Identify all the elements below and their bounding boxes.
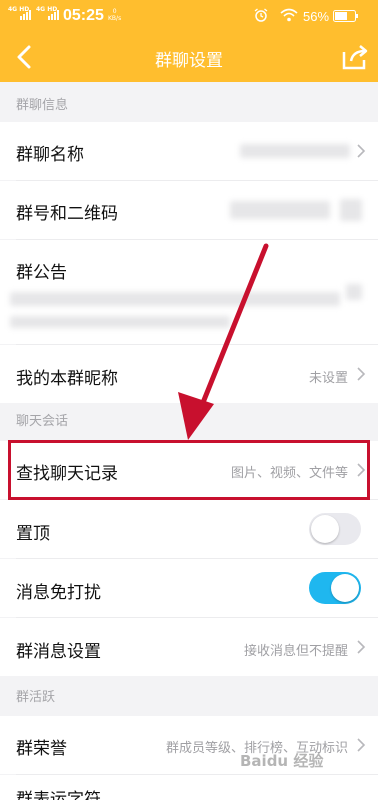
network-speed-value: 0 — [112, 8, 117, 15]
group-name-value-blurred — [240, 144, 350, 158]
row-pin-top: 置顶 — [0, 500, 378, 558]
chevron-right-icon — [357, 367, 366, 381]
page-title: 群聊设置 — [155, 51, 223, 71]
chevron-right-icon — [357, 640, 366, 654]
annotation-highlight-box — [8, 440, 370, 500]
section-header-group-info: 群聊信息 — [16, 98, 69, 113]
pin-top-label: 置顶 — [16, 524, 50, 544]
do-not-disturb-toggle[interactable] — [309, 572, 361, 604]
row-group-id-qr[interactable]: 群号和二维码 — [0, 181, 378, 239]
announcement-thumb-blurred — [346, 284, 362, 300]
my-nickname-label: 我的本群昵称 — [16, 369, 118, 389]
network-speed: 0 KB/s — [108, 8, 121, 22]
group-id-qr-label: 群号和二维码 — [16, 204, 118, 224]
toggle-knob — [331, 574, 359, 602]
announcement-text-blurred-1 — [10, 292, 340, 306]
partial-row-label: 群表运字符 — [16, 790, 101, 800]
watermark: Baidu 经验 — [240, 752, 324, 770]
group-honor-label: 群荣誉 — [16, 739, 67, 759]
section-header-group-activity: 群活跃 — [16, 690, 56, 705]
signal-icon — [20, 10, 31, 20]
alarm-icon — [254, 8, 268, 22]
message-settings-label: 群消息设置 — [16, 642, 101, 662]
do-not-disturb-label: 消息免打扰 — [16, 583, 101, 603]
announcement-text-blurred-2 — [10, 316, 230, 328]
chevron-right-icon — [357, 144, 366, 158]
row-announcement[interactable]: 群公告 — [0, 240, 378, 344]
section-header-chat-session: 聊天会话 — [16, 414, 69, 429]
row-message-settings[interactable]: 群消息设置 接收消息但不提醒 — [0, 618, 378, 676]
qr-code-icon — [340, 199, 362, 221]
wifi-icon — [280, 8, 298, 22]
clock: 05:25 — [63, 7, 104, 24]
row-my-nickname[interactable]: 我的本群昵称 未设置 — [0, 345, 378, 403]
share-icon[interactable] — [340, 43, 370, 71]
title-bar: 群聊设置 — [0, 32, 378, 82]
message-settings-value: 接收消息但不提醒 — [243, 644, 348, 659]
row-group-name[interactable]: 群聊名称 — [0, 122, 378, 180]
battery-icon — [333, 10, 358, 22]
row-do-not-disturb: 消息免打扰 — [0, 559, 378, 617]
battery-percent: 56% — [303, 9, 330, 24]
announcement-label: 群公告 — [16, 263, 67, 283]
group-name-label: 群聊名称 — [16, 145, 84, 165]
pin-top-toggle[interactable] — [309, 513, 361, 545]
network-speed-unit: KB/s — [108, 15, 122, 22]
my-nickname-value: 未设置 — [308, 371, 348, 386]
status-bar: 4G HD 4G HD 05:25 0 KB/s 56% — [0, 0, 378, 32]
signal-icon-2 — [48, 10, 59, 20]
toggle-knob — [311, 515, 339, 543]
group-id-blurred — [230, 201, 330, 219]
